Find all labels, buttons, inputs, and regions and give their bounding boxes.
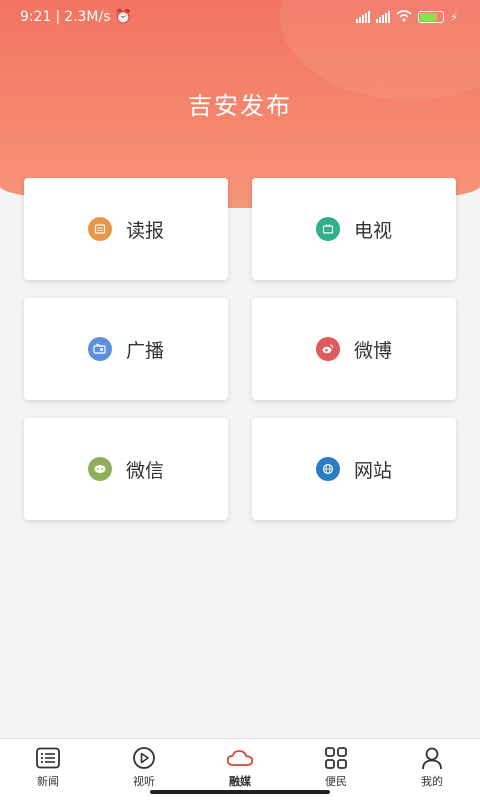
status-speed: 2.3M/s (64, 9, 111, 25)
tab-label: 便民 (325, 775, 347, 788)
battery-icon (418, 11, 445, 23)
wifi-icon (396, 9, 412, 25)
tab-news[interactable]: 新闻 (0, 739, 96, 800)
wechat-card[interactable]: 微信 (24, 418, 228, 520)
card-label: 微信 (125, 459, 164, 482)
cloud-icon (226, 745, 254, 771)
signal-icon (376, 11, 391, 23)
service-grid: 读报 电视 广播 微博 微信 网站 (24, 178, 456, 520)
charging-icon: ⚡ (450, 10, 458, 24)
list-icon (34, 745, 62, 771)
card-label: 微博 (353, 339, 392, 362)
user-icon (418, 745, 446, 771)
play-icon (130, 745, 158, 771)
wechat-icon (87, 457, 112, 481)
grid-icon (322, 745, 350, 771)
tab-profile[interactable]: 我的 (384, 739, 480, 800)
card-label: 网站 (353, 459, 392, 482)
tv-icon (315, 217, 340, 241)
website-card[interactable]: 网站 (252, 418, 456, 520)
status-bar: 9:21 | 2.3M/s ⏰ ⚡ (20, 9, 458, 25)
radio-card[interactable]: 广播 (24, 298, 228, 400)
weibo-card[interactable]: 微博 (252, 298, 456, 400)
tab-label: 视听 (133, 775, 155, 788)
card-label: 读报 (125, 219, 164, 242)
card-label: 广播 (125, 339, 164, 362)
weibo-icon (315, 337, 340, 361)
tab-label: 融媒 (229, 775, 251, 788)
status-time: 9:21 (20, 9, 52, 25)
signal-icon (356, 11, 371, 23)
radio-icon (87, 337, 112, 361)
tv-card[interactable]: 电视 (252, 178, 456, 280)
alarm-icon: ⏰ (114, 9, 132, 25)
page-title: 吉安发布 (188, 92, 292, 120)
newspaper-icon (87, 217, 112, 241)
home-indicator[interactable] (150, 790, 330, 794)
card-label: 电视 (353, 219, 392, 242)
tab-label: 新闻 (37, 775, 59, 788)
website-icon (315, 457, 340, 481)
newspaper-card[interactable]: 读报 (24, 178, 228, 280)
tab-label: 我的 (421, 775, 443, 788)
